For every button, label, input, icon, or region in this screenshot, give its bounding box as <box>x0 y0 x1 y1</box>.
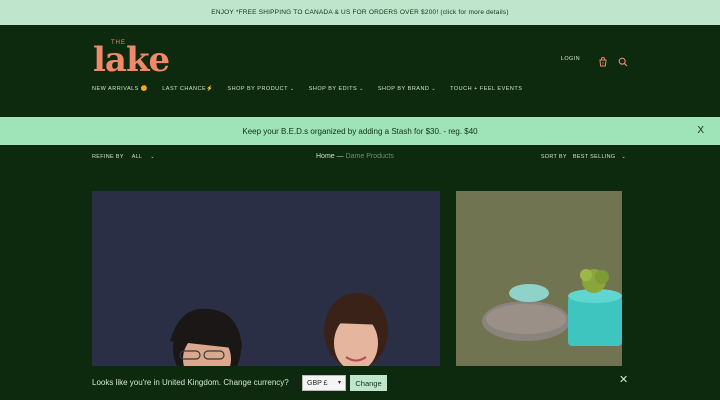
nav-label: SHOP BY EDITS <box>308 86 358 92</box>
brand-logo[interactable]: THE lake <box>93 40 175 80</box>
close-promo-button[interactable]: X <box>697 125 704 136</box>
nav-last-chance[interactable]: LAST CHANCE⚡ <box>162 86 213 92</box>
nav-label: SHOP BY BRAND <box>377 86 430 92</box>
chevron-down-icon: ▾ <box>337 380 341 386</box>
svg-text:0: 0 <box>602 62 604 66</box>
chevron-down-icon: ⌄ <box>359 86 364 92</box>
main-nav: NEW ARRIVALS 🌼 LAST CHANCE⚡ SHOP BY PROD… <box>92 86 522 92</box>
chevron-down-icon: ⌄ <box>289 86 295 92</box>
refine-value[interactable]: ALL <box>132 154 143 160</box>
nav-shop-by-brand[interactable]: SHOP BY BRAND ⌄ <box>378 86 436 92</box>
chevron-down-icon: ⌄ <box>621 154 626 160</box>
announcement-text[interactable]: ENJOY *FREE SHIPPING TO CANADA & US FOR … <box>211 9 508 16</box>
promo-banner[interactable]: Keep your B.E.D.s organized by adding a … <box>0 117 720 145</box>
chevron-down-icon: ⌄ <box>431 86 437 92</box>
breadcrumb: Home — Dame Products <box>316 153 394 160</box>
chevron-down-icon: ⌄ <box>150 154 155 160</box>
change-currency-button[interactable]: Change <box>350 375 387 391</box>
nav-label: NEW ARRIVALS 🌼 <box>92 86 149 92</box>
nav-label: LAST CHANCE⚡ <box>162 86 214 92</box>
logo-word: lake <box>93 40 170 80</box>
announcement-bar[interactable]: ENJOY *FREE SHIPPING TO CANADA & US FOR … <box>0 0 720 25</box>
search-icon[interactable] <box>618 54 628 67</box>
nav-shop-by-edits[interactable]: SHOP BY EDITS ⌄ <box>309 86 364 92</box>
site-header: THE lake LOGIN 0 NEW ARRIVALS 🌼 LAST CHA… <box>0 25 720 117</box>
close-icon[interactable]: ✕ <box>619 373 628 386</box>
breadcrumb-separator: — <box>336 153 344 160</box>
refine-filter[interactable]: REFINE BY ALL ⌄ <box>92 154 155 160</box>
cart-icon[interactable]: 0 <box>598 54 608 67</box>
promo-text: Keep your B.E.D.s organized by adding a … <box>242 126 478 136</box>
nav-new-arrivals[interactable]: NEW ARRIVALS 🌼 <box>92 86 148 92</box>
nav-label: SHOP BY PRODUCT <box>227 86 288 92</box>
breadcrumb-current: Dame Products <box>345 153 394 160</box>
nav-touch-feel-events[interactable]: TOUCH + FEEL EVENTS <box>450 86 522 92</box>
breadcrumb-home[interactable]: Home <box>316 153 335 160</box>
refine-label: REFINE BY <box>92 154 124 160</box>
sort-label: SORT BY <box>540 154 567 160</box>
header-actions: LOGIN 0 <box>561 54 628 67</box>
nav-shop-by-product[interactable]: SHOP BY PRODUCT ⌄ <box>228 86 295 92</box>
currency-select[interactable]: GBP £ ▾ <box>302 375 346 391</box>
sort-control[interactable]: SORT BY BEST SELLING ⌄ <box>541 154 626 160</box>
sort-value[interactable]: BEST SELLING <box>573 154 616 160</box>
currency-bar: Looks like you're in United Kingdom. Cha… <box>0 366 720 400</box>
login-link[interactable]: LOGIN <box>561 56 580 62</box>
currency-message: Looks like you're in United Kingdom. Cha… <box>92 378 289 387</box>
currency-select-value: GBP £ <box>307 379 328 387</box>
nav-label: TOUCH + FEEL EVENTS <box>450 86 523 92</box>
